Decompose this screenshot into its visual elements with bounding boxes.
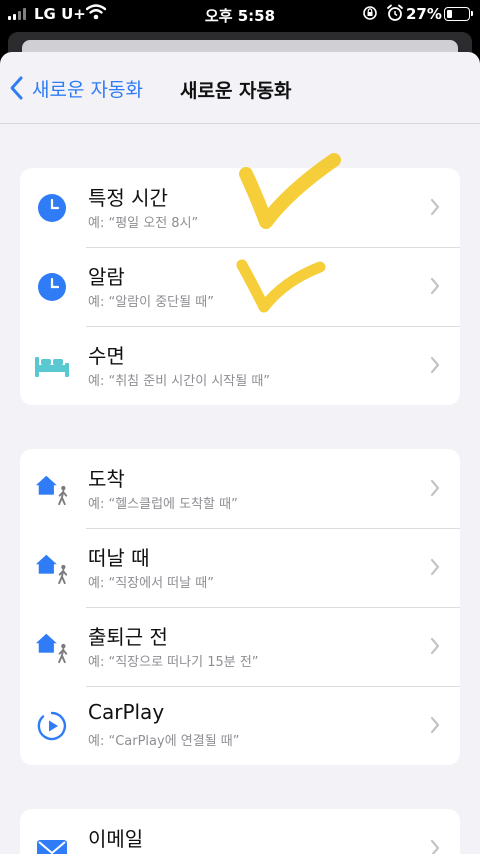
trigger-title: 떠날 때: [88, 546, 150, 570]
trigger-subtitle: 예: “CarPlay에 연결될 때”: [88, 734, 240, 749]
status-bar: LG U+ 오후 5:58 27%: [0, 0, 480, 28]
trigger-row-leave[interactable]: 떠날 때 예: “직장에서 떠날 때”: [20, 528, 460, 607]
trigger-row-carplay[interactable]: CarPlay 예: “CarPlay에 연결될 때”: [20, 686, 460, 765]
navigation-bar: 새로운 자동화 새로운 자동화: [0, 52, 480, 124]
trigger-row-alarm[interactable]: 알람 예: “알람이 중단될 때”: [20, 247, 460, 326]
trigger-group-location: 도착 예: “헬스클럽에 도착할 때” 떠날 때 예: “직장에서 떠날 때”: [20, 449, 460, 765]
trigger-title: 이메일: [88, 827, 144, 851]
trigger-title: 알람: [88, 265, 125, 289]
chevron-right-icon: [430, 637, 440, 655]
clock-icon: [34, 190, 70, 226]
trigger-subtitle: 예: “직장에서 떠날 때”: [88, 576, 214, 591]
chevron-left-icon: [10, 76, 23, 100]
back-button[interactable]: 새로운 자동화: [8, 72, 143, 104]
clock-icon: [34, 269, 70, 305]
trigger-title: CarPlay: [88, 700, 165, 724]
trigger-row-email[interactable]: 이메일: [20, 809, 460, 854]
chevron-right-icon: [430, 839, 440, 854]
mail-icon: [34, 833, 70, 854]
trigger-row-sleep[interactable]: 수면 예: “취침 준비 시간이 시작될 때”: [20, 326, 460, 405]
chevron-right-icon: [430, 198, 440, 216]
trigger-group-communication: 이메일: [20, 809, 460, 854]
trigger-row-arrive[interactable]: 도착 예: “헬스클럽에 도착할 때”: [20, 449, 460, 528]
chevron-right-icon: [430, 356, 440, 374]
trigger-title: 출퇴근 전: [88, 625, 168, 649]
trigger-subtitle: 예: “취침 준비 시간이 시작될 때”: [88, 374, 271, 389]
trigger-subtitle: 예: “헬스클럽에 도착할 때”: [88, 497, 238, 512]
trigger-group-time: 특정 시간 예: “평일 오전 8시” 알람 예: “알람이 중단될 때” 수면…: [20, 168, 460, 405]
trigger-title: 특정 시간: [88, 186, 168, 210]
back-button-label: 새로운 자동화: [32, 78, 143, 101]
chevron-right-icon: [430, 558, 440, 576]
page-title: 새로운 자동화: [180, 80, 292, 102]
trigger-title: 도착: [88, 467, 125, 491]
trigger-title: 수면: [88, 344, 125, 368]
trigger-subtitle: 예: “알람이 중단될 때”: [88, 295, 214, 310]
home-walk-icon: [34, 550, 70, 586]
automation-sheet: 새로운 자동화 새로운 자동화 특정 시간 예: “평일 오전 8시” 알람 예…: [0, 52, 480, 854]
home-walk-icon: [34, 471, 70, 507]
battery-percentage: 27%: [406, 5, 442, 23]
alarm-icon: [387, 4, 403, 21]
carplay-icon: [34, 708, 70, 744]
chevron-right-icon: [430, 277, 440, 295]
trigger-row-before-commute[interactable]: 출퇴근 전 예: “직장으로 떠나기 15분 전”: [20, 607, 460, 686]
trigger-subtitle: 예: “직장으로 떠나기 15분 전”: [88, 655, 259, 670]
trigger-row-specific-time[interactable]: 특정 시간 예: “평일 오전 8시”: [20, 168, 460, 247]
rotation-lock-icon: [363, 6, 377, 20]
chevron-right-icon: [430, 716, 440, 734]
bed-icon: [34, 348, 70, 384]
battery-icon: [444, 7, 473, 21]
home-walk-icon: [34, 629, 70, 665]
chevron-right-icon: [430, 479, 440, 497]
trigger-subtitle: 예: “평일 오전 8시”: [88, 216, 199, 231]
